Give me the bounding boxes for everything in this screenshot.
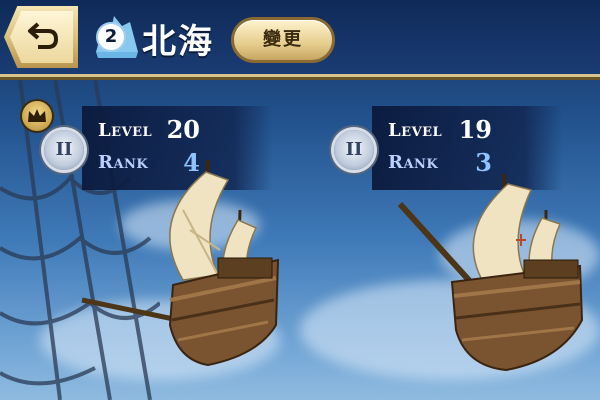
top-bar: 2 北海 變更 xyxy=(0,0,600,77)
crown-icon xyxy=(28,109,46,122)
sea-badge: 2 xyxy=(92,12,142,62)
ship-left[interactable] xyxy=(78,150,288,380)
rank-emblem-icon: II xyxy=(334,130,374,170)
change-sea-button[interactable]: 變更 xyxy=(234,20,332,60)
sea-number: 2 xyxy=(98,24,124,50)
level-label: Level xyxy=(388,120,443,141)
sea-name: 北海 xyxy=(142,22,214,62)
ship-right[interactable] xyxy=(396,170,592,380)
back-button[interactable] xyxy=(4,6,78,68)
return-arrow-icon xyxy=(28,22,59,49)
level-label: Level xyxy=(98,120,153,141)
level-value: 19 xyxy=(458,115,492,144)
crown-button[interactable] xyxy=(22,101,52,131)
level-value: 20 xyxy=(166,115,200,144)
rank-emblem-numeral: II xyxy=(345,139,363,160)
